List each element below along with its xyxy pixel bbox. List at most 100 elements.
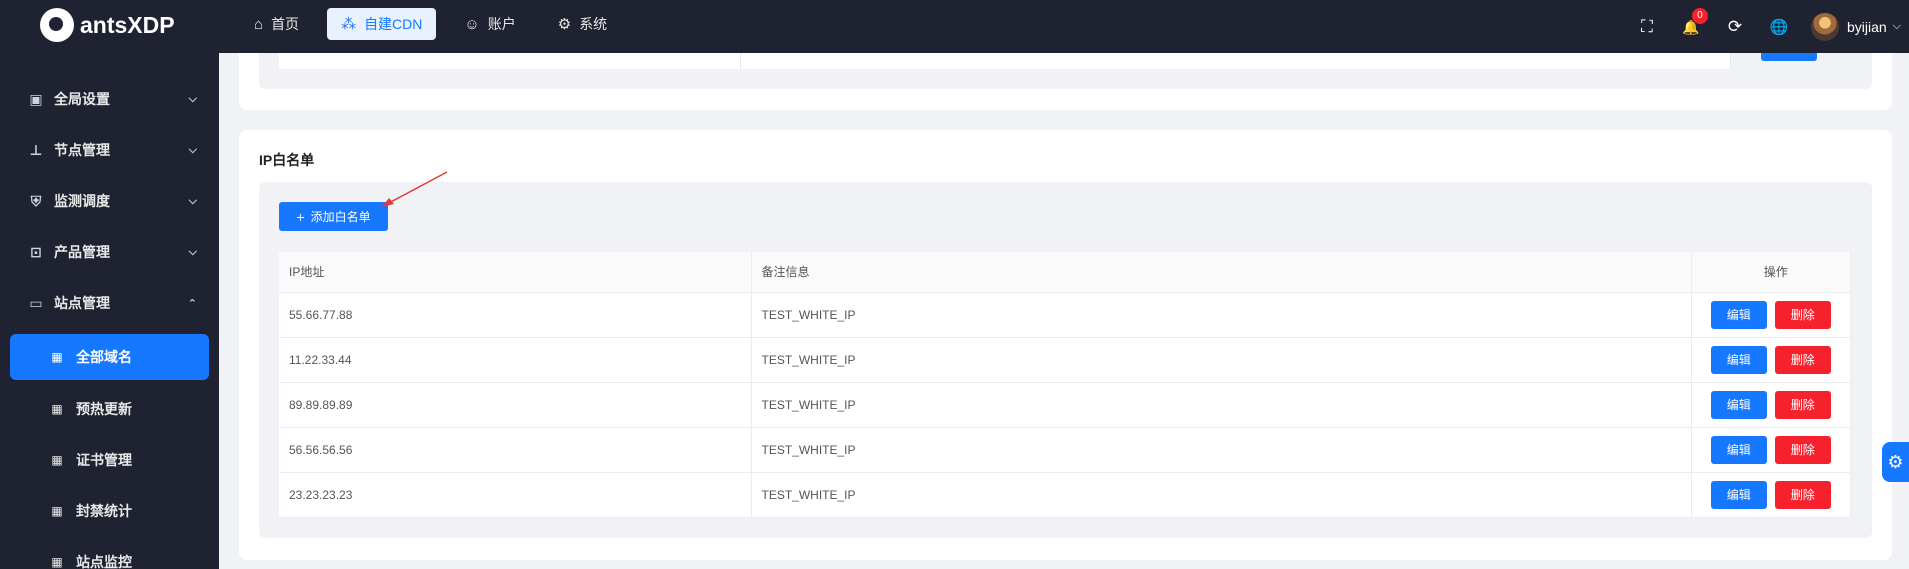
delete-button[interactable]: 删除 [1774,390,1831,419]
refresh-icon[interactable]: ⟳ [1713,17,1757,37]
ip-cell: 56.56.56.56 [279,427,752,473]
add-whitelist-button[interactable]: + 添加白名单 [279,202,388,231]
sidebar-subitem-label: 证书管理 [76,452,132,468]
sidebar-item-global-settings[interactable]: ▣ 全局设置 ⌵ [0,79,219,119]
previous-card [239,53,1892,110]
user-menu[interactable]: byijian ⌵ [1810,12,1901,41]
gear-icon: ⚙ [557,16,572,33]
edit-button[interactable]: 编辑 [1710,480,1767,509]
chevron-down-icon: ⌵ [1892,20,1901,32]
topnav-label: 首页 [271,16,300,32]
previous-card-panel [259,53,1872,89]
note-cell: TEST_WHITE_IP [751,292,1692,338]
topnav-account[interactable]: ☺ 账户 [450,8,529,40]
table-row: 55.66.77.88 TEST_WHITE_IP 编辑 删除 [279,292,1851,338]
delete-button[interactable]: 删除 [1774,435,1831,464]
sidebar-item-label: 节点管理 [54,142,110,158]
chevron-down-icon: ⌵ [188,92,197,105]
sidebar-subitem-label: 全部域名 [76,349,132,365]
sidebar-subitem-all-domains[interactable]: ▦ 全部域名 [10,334,209,380]
note-cell: TEST_WHITE_IP [751,337,1692,383]
username: byijian [1846,18,1887,35]
delete-button[interactable]: 删除 [1774,480,1831,509]
table-row: 23.23.23.23 TEST_WHITE_IP 编辑 删除 [279,472,1851,518]
ip-whitelist-card: IP白名单 + 添加白名单 IP地址 备注信息 操作 55.66.77.88 TE… [239,130,1892,560]
add-whitelist-label: 添加白名单 [310,210,371,224]
sidebar-item-site-management[interactable]: ▭ 站点管理 ⌃ [0,283,219,323]
top-nav: ⌂ 首页 ⁂ 自建CDN ☺ 账户 ⚙ 系统 [240,8,621,40]
topnav-label: 系统 [579,16,608,32]
column-header-actions: 操作 [1691,252,1851,293]
actions-cell: 编辑 删除 [1691,337,1851,383]
note-cell: TEST_WHITE_IP [751,382,1692,428]
topnav-self-cdn[interactable]: ⁂ 自建CDN [327,8,437,40]
notification-bell[interactable]: 🔔 0 [1669,7,1713,37]
grid-icon: ▦ [51,453,63,467]
ip-cell: 55.66.77.88 [279,292,752,338]
delete-button[interactable]: 删除 [1774,300,1831,329]
monitor-icon: ▭ [29,294,43,311]
table-header-row: IP地址 备注信息 操作 [279,252,1851,293]
box-icon: ⊡ [30,243,42,260]
floating-settings-button[interactable]: ⚙ [1882,442,1909,482]
topnav-home[interactable]: ⌂ 首页 [240,8,313,40]
sidebar-subitem-site-monitor[interactable]: ▦ 站点监控 [10,539,209,569]
ip-cell: 89.89.89.89 [279,382,752,428]
sidebar-item-label: 产品管理 [54,244,110,260]
grid-icon: ▦ [51,555,63,569]
sidebar-item-product-management[interactable]: ⊡ 产品管理 ⌵ [0,232,219,272]
note-cell: TEST_WHITE_IP [751,472,1692,518]
topnav-system[interactable]: ⚙ 系统 [544,8,621,40]
grid-icon: ▦ [51,504,63,518]
sidebar-item-label: 全局设置 [54,91,110,107]
table-row: 56.56.56.56 TEST_WHITE_IP 编辑 删除 [279,427,1851,473]
sidebar-item-monitoring[interactable]: ⛨ 监测调度 ⌵ [0,181,219,221]
annotation-arrow [382,171,448,207]
sidebar-item-label: 监测调度 [54,193,110,209]
section-title: IP白名单 [259,152,315,168]
brand-logo[interactable]: antsXDP [40,8,175,42]
grid-icon: ▦ [51,402,63,416]
logo-icon [40,8,74,42]
grid-icon: ▦ [51,350,63,364]
sidebar-subitem-certificates[interactable]: ▦ 证书管理 [10,437,209,483]
shield-icon: ⛨ [30,192,42,209]
sidebar-item-node-management[interactable]: ⊥ 节点管理 ⌵ [0,130,219,170]
sidebar-subitem-label: 封禁统计 [76,503,132,519]
settings-icon: ▣ [29,90,43,107]
column-header-ip: IP地址 [279,252,752,293]
actions-cell: 编辑 删除 [1691,292,1851,338]
user-icon: ☺ [464,15,480,33]
sidebar-item-label: 站点管理 [54,295,110,311]
sidebar-subitem-label: 预热更新 [76,401,132,417]
chevron-down-icon: ⌵ [188,143,197,156]
chevron-down-icon: ⌵ [188,245,197,258]
globe-icon[interactable]: 🌐 [1757,18,1801,36]
plus-icon: + [296,208,305,225]
delete-button[interactable]: 删除 [1774,345,1831,374]
edit-button[interactable]: 编辑 [1710,345,1767,374]
topnav-label: 账户 [487,16,516,32]
sitemap-icon: ⊥ [29,141,43,158]
actions-cell: 编辑 删除 [1691,472,1851,518]
chevron-up-icon: ⌃ [187,297,197,310]
table-cell [279,53,741,69]
avatar [1810,12,1839,41]
actions-cell: 编辑 删除 [1691,427,1851,473]
sidebar: ▣ 全局设置 ⌵ ⊥ 节点管理 ⌵ ⛨ 监测调度 ⌵ ⊡ 产品管理 ⌵ ▭ 站点… [0,53,219,569]
sidebar-subitem-ban-stats[interactable]: ▦ 封禁统计 [10,488,209,534]
brand-name: antsXDP [80,11,175,38]
gear-icon: ⚙ [1887,451,1904,472]
sidebar-subitem-label: 站点监控 [76,554,132,569]
edit-button[interactable]: 编辑 [1710,435,1767,464]
note-cell: TEST_WHITE_IP [751,427,1692,473]
ip-cell: 23.23.23.23 [279,472,752,518]
fullscreen-icon[interactable]: ⛶ [1625,17,1669,37]
chevron-down-icon: ⌵ [188,194,197,207]
column-header-note: 备注信息 [751,252,1692,293]
edit-button[interactable]: 编辑 [1710,390,1767,419]
action-button[interactable] [1761,53,1817,61]
whitelist-panel: + 添加白名单 IP地址 备注信息 操作 55.66.77.88 TEST_WHI… [259,182,1872,538]
sidebar-subitem-preheat[interactable]: ▦ 预热更新 [10,386,209,432]
edit-button[interactable]: 编辑 [1710,300,1767,329]
